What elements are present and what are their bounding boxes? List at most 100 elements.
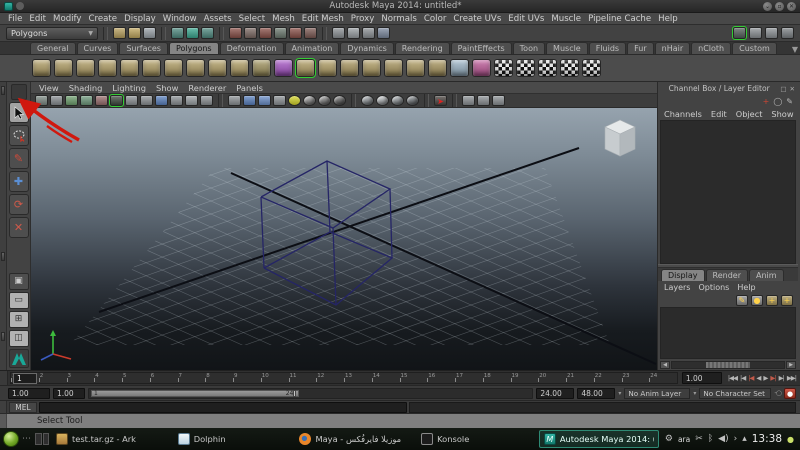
use-all-lights-icon[interactable] [273,95,286,106]
uv-editor-icon[interactable] [582,59,601,77]
keyboard-layout-indicator[interactable]: ara [678,435,690,444]
menu-muscle[interactable]: Muscle [551,14,581,24]
cylindrical-mapping-icon[interactable] [516,59,535,77]
menu-shading[interactable]: Shading [69,83,103,93]
scroll-thumb[interactable] [705,361,751,368]
open-scene-icon[interactable] [128,27,141,39]
3d-paint-tool-icon[interactable] [472,59,491,77]
tab-toon[interactable]: Toon [512,42,546,54]
isolate-select-icon[interactable]: ➤ [434,95,447,106]
snap-to-view-plane-icon[interactable] [289,27,302,39]
divider[interactable] [103,26,108,40]
layer-list[interactable] [660,307,796,359]
poly-helix-icon[interactable] [230,59,249,77]
panel-toggle-handle[interactable] [1,252,5,261]
tab-ncloth[interactable]: nCloth [691,42,732,54]
task-maya[interactable]: Autodesk Maya 2014: un… [538,430,659,448]
move-tool[interactable]: ✚ [8,171,29,192]
frame-7[interactable]: 7 [177,373,206,383]
tab-render[interactable]: Render [705,269,748,281]
frame-5[interactable]: 5 [122,373,150,383]
menu-lighting[interactable]: Lighting [112,83,146,93]
lighting-icon[interactable] [361,95,374,106]
snap-to-projected-center-icon[interactable] [274,27,287,39]
frame-21[interactable]: 21 [566,373,594,383]
safe-title-icon[interactable] [200,95,213,106]
help-line-handle[interactable] [0,414,7,428]
snapshot-icon[interactable] [462,95,475,106]
menu-create[interactable]: Create [89,14,118,24]
tab-deformation[interactable]: Deformation [219,42,284,54]
poly-cone-icon[interactable] [98,59,117,77]
current-frame-indicator[interactable]: 1 [13,373,37,384]
snap-to-curve-icon[interactable] [244,27,257,39]
frame-6[interactable]: 6 [149,373,178,383]
frame-10[interactable]: 10 [260,373,289,383]
camera-attributes-icon[interactable] [50,95,63,106]
frame-12[interactable]: 12 [316,373,344,383]
motion-blur-icon[interactable] [333,95,346,106]
divider[interactable] [219,26,224,40]
minimize-button[interactable]: ⌄ [763,1,772,11]
speed-manipulator-icon[interactable]: ✎ [786,97,793,106]
command-line-handle[interactable] [0,401,7,413]
menu-edit-mesh[interactable]: Edit Mesh [302,14,344,24]
share-view-icon[interactable] [492,95,505,106]
lasso-select-tool[interactable] [8,125,29,146]
interactive-creation-icon[interactable] [295,58,316,78]
safe-action-icon[interactable] [185,95,198,106]
panel-toggle-handle[interactable] [1,332,5,341]
select-by-object-icon[interactable] [186,27,199,39]
snap-to-point-icon[interactable] [259,27,272,39]
manipulator-axis-icon[interactable]: + [763,97,770,106]
range-end-handle[interactable] [293,389,297,397]
chevron-down-icon[interactable]: ▾ [693,390,696,397]
frame-19[interactable]: 19 [510,373,539,383]
attribute-editor-toggle-icon[interactable] [749,27,762,39]
gate-mask-icon[interactable] [155,95,168,106]
anim-layer-dropdown[interactable]: No Anim Layer [624,387,691,399]
tab-fur[interactable]: Fur [627,42,654,54]
ambient-occlusion-icon[interactable] [318,95,331,106]
planar-mapping-icon[interactable] [494,59,513,77]
single-pane-layout-button[interactable]: ▭ [8,292,29,309]
character-set-dropdown[interactable]: No Character Set [699,387,772,399]
poly-prism-icon[interactable] [164,59,183,77]
play-forwards-button[interactable]: ▶ [762,374,768,382]
menu-options[interactable]: Options [698,283,729,292]
time-slider-handle[interactable] [0,371,8,385]
poly-pyramid-icon[interactable] [186,59,205,77]
menu-mesh[interactable]: Mesh [272,14,295,24]
animation-start-field[interactable]: 1.00 [8,387,50,399]
mel-label[interactable]: MEL [9,401,37,413]
menu-assets[interactable]: Assets [204,14,232,24]
close-icon[interactable]: ✕ [790,85,795,93]
menu-edit-uvs[interactable]: Edit UVs [508,14,544,24]
viewport-canvas[interactable] [31,108,657,370]
menu-object[interactable]: Object [736,109,763,119]
scroll-left-arrow[interactable]: ◀ [660,360,670,369]
playback-end-field[interactable]: 24.00 [536,387,575,399]
select-tool[interactable] [8,102,29,123]
tray-expand-icon[interactable]: ▴ [742,434,747,444]
menu-show[interactable]: Show [771,109,793,119]
keying-options-icon[interactable]: -○ [774,389,782,397]
select-by-hierarchy-icon[interactable] [171,27,184,39]
frame-13[interactable]: 13 [344,373,372,383]
step-back-key-button[interactable]: |◀ [747,374,754,382]
select-by-component-icon[interactable] [201,27,214,39]
2d-pan-zoom-icon[interactable] [95,95,108,106]
frame-8[interactable]: 8 [205,373,233,383]
view-cube[interactable] [597,113,643,163]
menu-edit[interactable]: Edit [29,14,46,24]
wireframe-icon[interactable] [228,95,241,106]
close-button[interactable]: ✕ [787,1,796,11]
frame-17[interactable]: 17 [455,373,483,383]
scroll-right-arrow[interactable]: ▶ [786,360,796,369]
playback-range-bar[interactable]: 1 24 [91,389,300,397]
layer-sphere-icon[interactable]: ● [751,294,763,306]
menu-layers[interactable]: Layers [664,283,690,292]
textured-mode-icon[interactable] [258,95,271,106]
append-to-polygon-icon[interactable] [428,59,447,77]
task-ark[interactable]: test.tar.gz - Ark [52,430,172,448]
